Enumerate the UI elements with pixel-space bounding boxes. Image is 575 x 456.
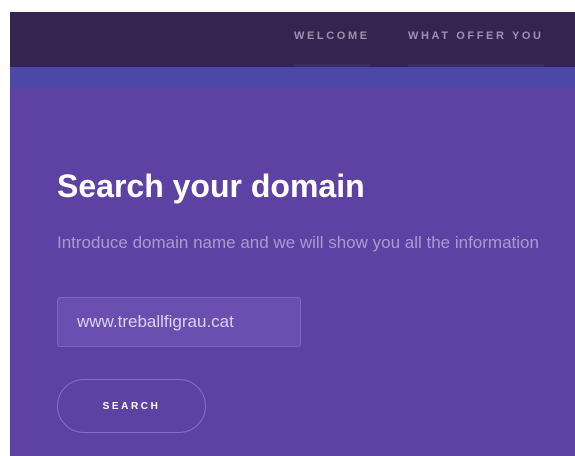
top-navbar: WELCOME WHAT OFFER YOU	[10, 12, 575, 67]
page-subtitle: Introduce domain name and we will show y…	[57, 233, 539, 252]
nav-link-welcome[interactable]: WELCOME	[294, 30, 370, 67]
navbar-accent-strip	[10, 67, 575, 88]
nav-link-what-offer-you[interactable]: WHAT OFFER YOU	[408, 30, 544, 67]
nav-link-what-offer-you-label: WHAT OFFER YOU	[408, 30, 544, 42]
nav-link-welcome-label: WELCOME	[294, 30, 370, 42]
page-frame: WELCOME WHAT OFFER YOU Search your domai…	[10, 12, 575, 456]
search-button[interactable]: SEARCH	[57, 379, 206, 433]
domain-search-input[interactable]	[57, 297, 301, 347]
page-title: Search your domain	[57, 168, 365, 204]
